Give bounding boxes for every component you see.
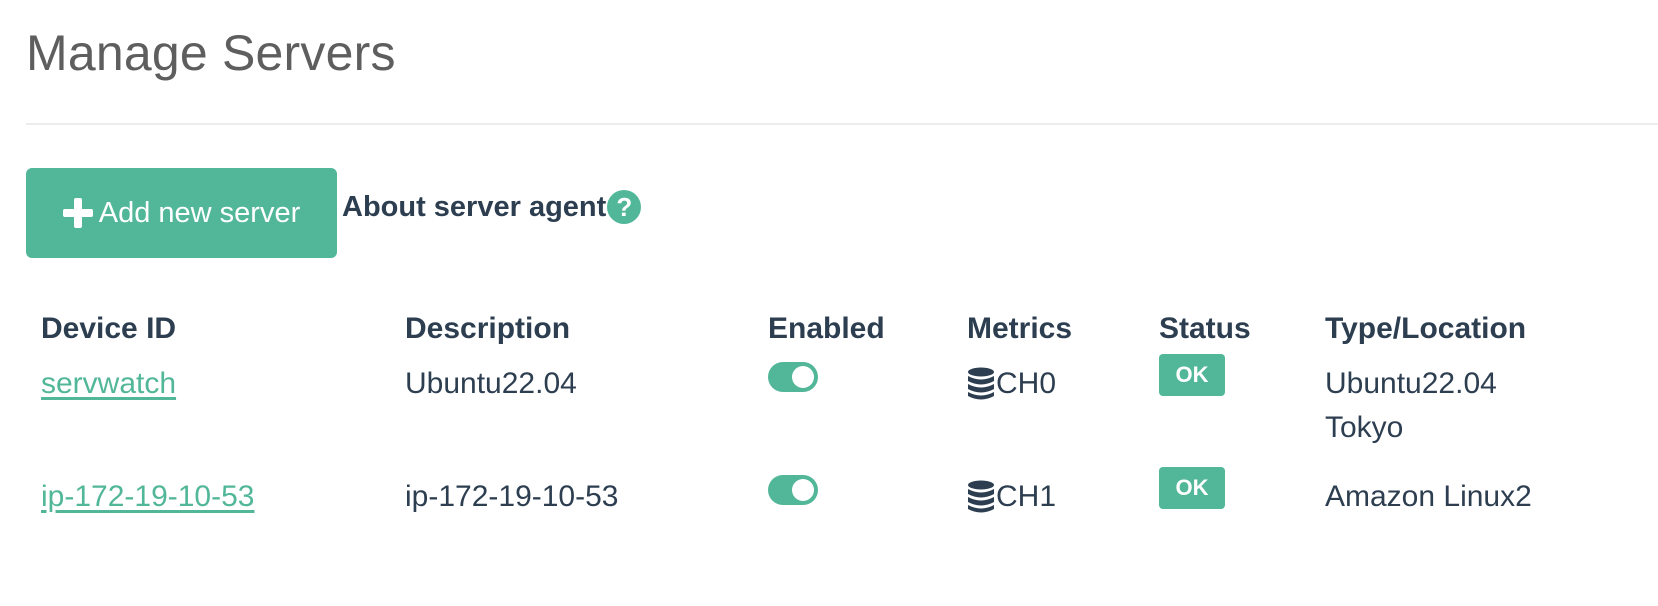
about-server-agent-label: About server agent — [342, 190, 607, 223]
column-header-type-location: Type/Location — [1325, 312, 1527, 345]
description-cell: Ubuntu22.04 — [405, 367, 577, 400]
metrics-channel: CH1 — [996, 480, 1057, 513]
status-badge: OK — [1159, 467, 1225, 509]
page-title: Manage Servers — [26, 25, 396, 81]
database-icon — [968, 480, 994, 513]
metrics-cell: CH0 — [967, 367, 1056, 401]
add-new-server-label: Add new server — [98, 196, 301, 229]
device-id-cell: ip-172-19-10-53 — [41, 475, 254, 519]
manage-servers-page: Manage Servers Add new server About serv… — [0, 0, 1658, 606]
status-badge: OK — [1159, 354, 1225, 396]
type-location-cell: Ubuntu22.04 Tokyo — [1325, 362, 1497, 450]
type-location-cell: Amazon Linux2 — [1325, 475, 1532, 519]
server-location: Tokyo — [1325, 411, 1404, 444]
metrics-cell: CH1 — [967, 480, 1056, 514]
server-type: Ubuntu22.04 — [1325, 367, 1497, 400]
about-server-agent-link[interactable]: About server agent ? — [342, 190, 642, 224]
title-divider — [26, 123, 1658, 125]
description-cell: ip-172-19-10-53 — [405, 480, 619, 513]
column-header-metrics: Metrics — [967, 312, 1073, 345]
device-id-link[interactable]: ip-172-19-10-53 — [41, 480, 254, 513]
device-id-cell: servwatch — [41, 362, 176, 406]
column-header-status: Status — [1159, 312, 1251, 345]
question-circle-icon[interactable]: ? — [607, 190, 642, 224]
enabled-toggle[interactable] — [768, 362, 818, 392]
toggle-knob — [792, 479, 814, 501]
column-header-description: Description — [405, 312, 571, 345]
plus-icon — [62, 198, 93, 228]
server-type: Amazon Linux2 — [1325, 480, 1532, 513]
add-new-server-button[interactable]: Add new server — [26, 168, 337, 258]
device-id-link[interactable]: servwatch — [41, 367, 176, 400]
toggle-knob — [792, 366, 814, 388]
database-icon — [968, 367, 994, 400]
metrics-channel: CH0 — [996, 367, 1057, 400]
column-header-device-id: Device ID — [41, 312, 177, 345]
column-header-enabled: Enabled — [768, 312, 885, 345]
enabled-toggle[interactable] — [768, 475, 818, 505]
